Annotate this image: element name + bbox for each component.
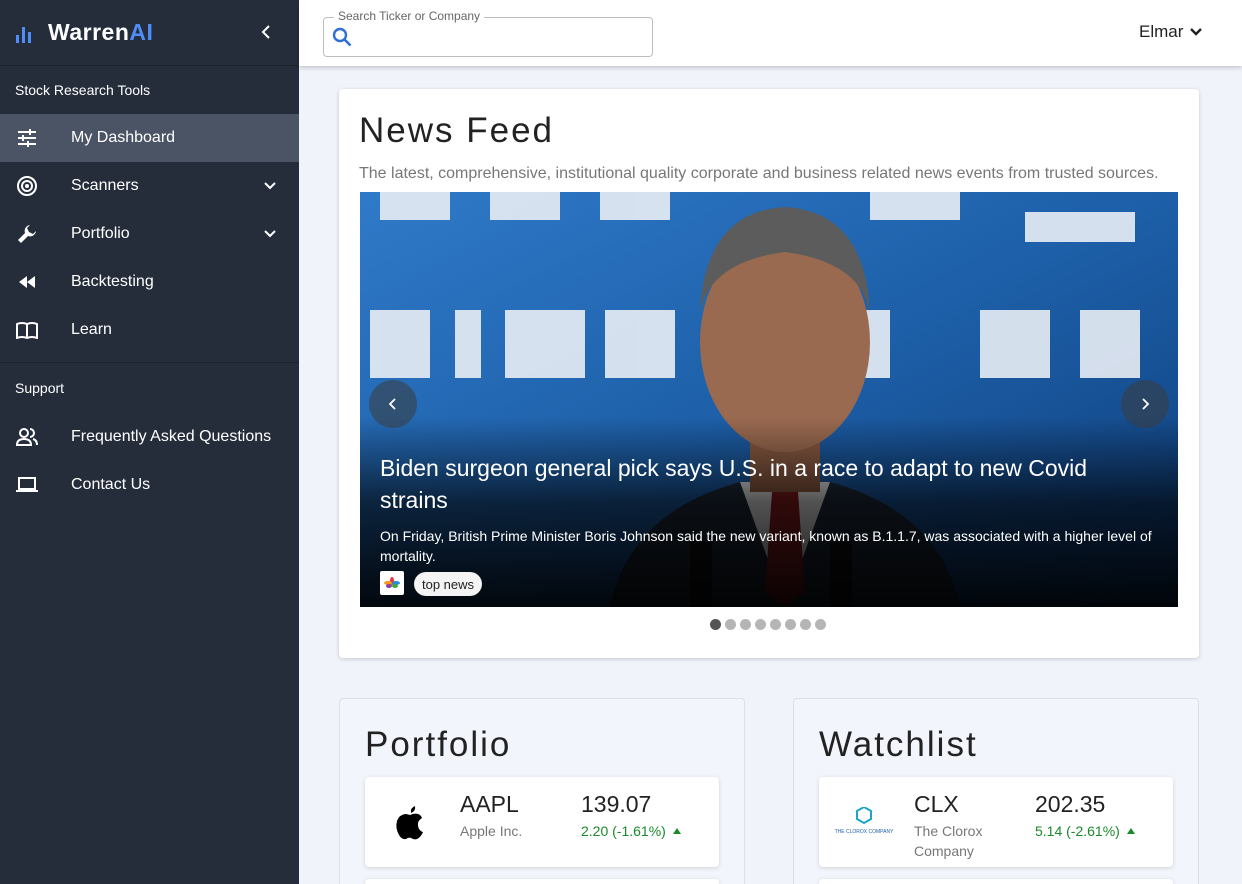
carousel-dot[interactable] — [710, 619, 721, 630]
top-bar: Search Ticker or Company Elmar — [299, 0, 1242, 66]
portfolio-panel: Portfolio AAPL Apple Inc. 139.07 2.20 (-… — [339, 698, 745, 884]
stock-price: 202.35 — [1035, 791, 1106, 817]
watchlist-title: Watchlist — [819, 725, 978, 764]
stock-ticker: CLX — [914, 791, 959, 817]
bar-chart-icon — [16, 23, 36, 43]
news-tag[interactable]: top news — [414, 572, 483, 596]
carousel-dot[interactable] — [800, 619, 811, 630]
sliders-icon — [16, 127, 38, 149]
brand-logo[interactable]: WarrenAI — [48, 19, 153, 46]
radar-icon — [16, 175, 38, 197]
laptop-icon — [16, 474, 38, 496]
apple-logo-icon — [377, 795, 443, 849]
user-menu[interactable]: Elmar — [1139, 22, 1203, 42]
user-name: Elmar — [1139, 22, 1184, 41]
stock-price: 139.07 — [581, 791, 652, 817]
collapse-sidebar-button[interactable] — [256, 22, 276, 42]
sidebar-item-learn[interactable]: Learn — [0, 306, 299, 354]
stock-card[interactable]: THE CLOROX COMPANY CLX The Clorox Compan… — [819, 777, 1173, 867]
stock-change: 2.20 (-1.61%) — [581, 823, 682, 839]
brand-name-main: Warren — [48, 19, 130, 45]
sidebar-item-scanners[interactable]: Scanners — [0, 162, 299, 210]
watchlist-panel: Watchlist THE CLOROX COMPANY CLX The Clo… — [793, 698, 1199, 884]
news-carousel[interactable]: Biden surgeon general pick says U.S. in … — [360, 192, 1178, 607]
sidebar-item-faq[interactable]: Frequently Asked Questions — [0, 413, 299, 461]
news-feed-title: News Feed — [359, 111, 555, 150]
brand-name-accent: AI — [129, 19, 154, 45]
sidebar-item-label: Scanners — [71, 177, 139, 194]
carousel-dot[interactable] — [740, 619, 751, 630]
triangle-up-icon — [1126, 828, 1135, 834]
chevron-right-icon — [1142, 398, 1150, 410]
people-icon — [16, 426, 38, 448]
clorox-logo-text: THE CLOROX COMPANY — [835, 829, 894, 835]
source-logo-icon — [380, 571, 404, 595]
sidebar-item-label: Backtesting — [71, 273, 154, 290]
stock-card[interactable]: AAPL Apple Inc. 139.07 2.20 (-1.61%) — [365, 777, 719, 867]
carousel-next-button[interactable] — [1121, 380, 1169, 428]
sidebar-item-label: Frequently Asked Questions — [71, 428, 272, 445]
section-label-support: Support — [15, 380, 65, 396]
sidebar-item-backtesting[interactable]: Backtesting — [0, 258, 299, 306]
carousel-dot[interactable] — [815, 619, 826, 630]
stock-change-value: 5.14 (-2.61%) — [1035, 823, 1120, 839]
sidebar-item-label: Contact Us — [71, 476, 151, 493]
stock-change-value: 2.20 (-1.61%) — [581, 823, 666, 839]
sidebar-item-portfolio[interactable]: Portfolio — [0, 210, 299, 258]
carousel-dot[interactable] — [770, 619, 781, 630]
search-icon — [332, 27, 352, 47]
carousel-dots — [710, 619, 826, 630]
stock-card[interactable] — [819, 879, 1173, 884]
sidebar-item-label: My Dashboard — [71, 129, 176, 146]
stock-ticker: AAPL — [460, 791, 519, 817]
carousel-dot[interactable] — [725, 619, 736, 630]
search-input[interactable] — [360, 24, 640, 50]
sidebar: WarrenAI Stock Research Tools My Dashboa… — [0, 0, 299, 884]
clorox-logo-icon: THE CLOROX COMPANY — [831, 795, 897, 849]
chevron-left-icon — [388, 398, 396, 410]
carousel-dot[interactable] — [785, 619, 796, 630]
chevron-left-icon — [261, 25, 270, 39]
stock-change: 5.14 (-2.61%) — [1035, 823, 1136, 839]
brand-header: WarrenAI — [0, 0, 299, 66]
chevron-down-icon — [264, 182, 276, 190]
news-summary: On Friday, British Prime Minister Boris … — [380, 528, 1152, 564]
stock-company: Apple Inc. — [460, 823, 523, 839]
carousel-prev-button[interactable] — [369, 380, 417, 428]
search-box[interactable]: Search Ticker or Company — [323, 9, 653, 57]
sidebar-item-dashboard[interactable]: My Dashboard — [0, 114, 299, 162]
stock-card[interactable] — [365, 879, 719, 884]
sidebar-item-label: Portfolio — [71, 225, 130, 242]
search-label: Search Ticker or Company — [334, 9, 485, 23]
portfolio-title: Portfolio — [365, 725, 512, 764]
chevron-down-icon — [264, 230, 276, 238]
chevron-down-icon — [1190, 28, 1203, 36]
sidebar-item-label: Learn — [71, 321, 112, 338]
news-feed-subtitle: The latest, comprehensive, institutional… — [359, 165, 1159, 182]
book-icon — [16, 319, 38, 341]
section-label-tools: Stock Research Tools — [15, 82, 151, 98]
triangle-up-icon — [672, 828, 681, 834]
rewind-icon — [16, 271, 38, 293]
news-headline[interactable]: Biden surgeon general pick says U.S. in … — [380, 452, 1160, 516]
wrench-icon — [16, 223, 38, 245]
carousel-dot[interactable] — [755, 619, 766, 630]
sidebar-item-contact[interactable]: Contact Us — [0, 461, 299, 509]
news-feed-card: News Feed The latest, comprehensive, ins… — [339, 89, 1199, 658]
stock-company: The Clorox Company — [914, 823, 983, 859]
